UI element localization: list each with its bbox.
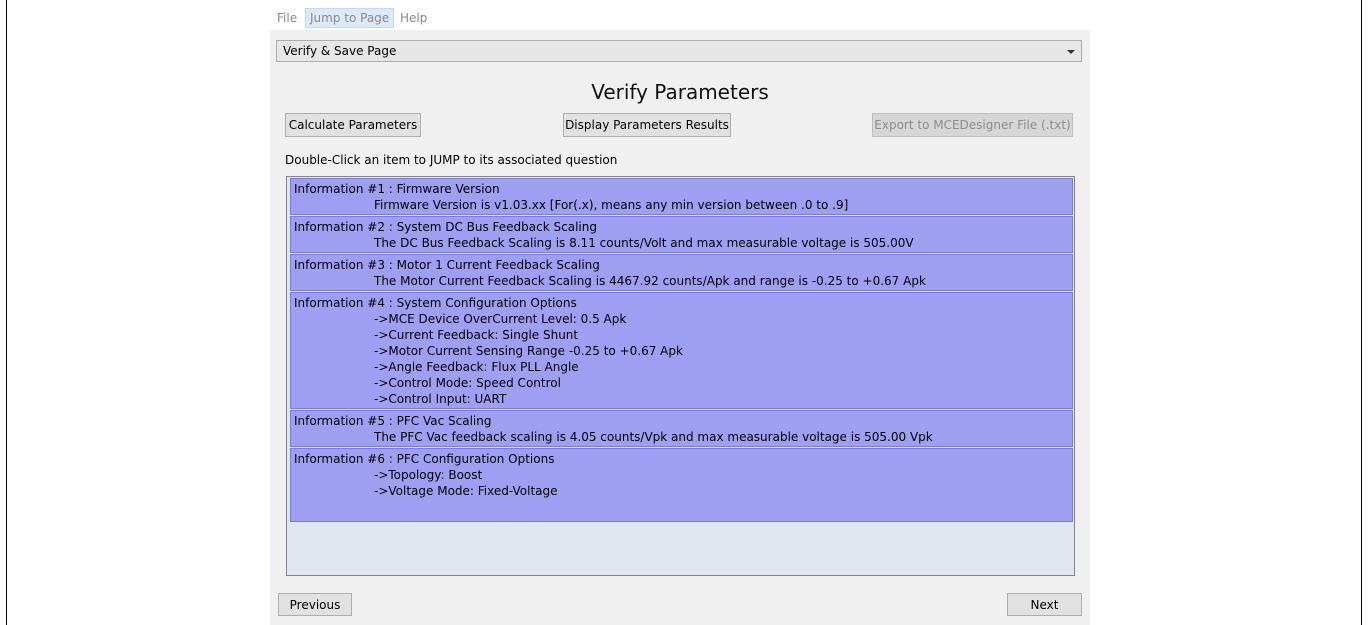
previous-button[interactable]: Previous	[278, 593, 352, 616]
list-item-title: Information #5 : PFC Vac Scaling	[294, 414, 492, 428]
list-item-detail: ->Angle Feedback: Flux PLL Angle	[374, 360, 579, 374]
list-item-title: Information #3 : Motor 1 Current Feedbac…	[294, 258, 600, 272]
list-item-detail: ->Control Input: UART	[374, 392, 507, 406]
list-item-detail: ->Motor Current Sensing Range -0.25 to +…	[374, 344, 683, 358]
list-item[interactable]: Information #1 : Firmware Version Firmwar…	[290, 178, 1073, 215]
menu-jump-to-page[interactable]: Jump to Page	[305, 8, 395, 28]
window-frame-left	[6, 0, 7, 625]
list-item-detail: ->Current Feedback: Single Shunt	[374, 328, 579, 342]
menu-bar: File Jump to Page Help	[270, 6, 1090, 30]
menu-file[interactable]: File	[273, 9, 301, 27]
app-window: File Jump to Page Help Verify & Save Pag…	[270, 6, 1090, 625]
list-item[interactable]: Information #3 : Motor 1 Current Feedbac…	[290, 254, 1073, 291]
window-frame-right	[1361, 0, 1362, 625]
list-item-detail: Firmware Version is v1.03.xx [For(.x), m…	[374, 198, 849, 212]
list-item-title: Information #4 : System Configuration Op…	[294, 296, 577, 310]
list-item-detail: The DC Bus Feedback Scaling is 8.11 coun…	[374, 236, 914, 250]
calculate-parameters-button[interactable]: Calculate Parameters	[285, 113, 421, 137]
list-item-detail: ->Voltage Mode: Fixed-Voltage	[374, 484, 558, 498]
list-item-title: Information #6 : PFC Configuration Optio…	[294, 452, 555, 466]
export-mcedesigner-button[interactable]: Export to MCEDesigner File (.txt)	[872, 113, 1073, 137]
display-parameters-results-button[interactable]: Display Parameters Results	[563, 113, 731, 137]
instruction-text: Double-Click an item to JUMP to its asso…	[285, 153, 618, 167]
list-item-title: Information #1 : Firmware Version	[294, 182, 500, 196]
next-button[interactable]: Next	[1007, 593, 1082, 616]
list-item-detail: The Motor Current Feedback Scaling is 44…	[374, 274, 926, 288]
list-item[interactable]: Information #5 : PFC Vac Scaling The PFC …	[290, 410, 1073, 447]
list-item[interactable]: Information #4 : System Configuration Op…	[290, 292, 1073, 409]
list-item-detail: ->Control Mode: Speed Control	[374, 376, 561, 390]
list-item-detail: The PFC Vac feedback scaling is 4.05 cou…	[374, 430, 933, 444]
list-item-detail: ->Topology: Boost	[374, 468, 483, 482]
list-item-title: Information #2 : System DC Bus Feedback …	[294, 220, 597, 234]
page-selector-value: Verify & Save Page	[283, 44, 397, 58]
information-list[interactable]: Information #1 : Firmware Version Firmwar…	[286, 176, 1075, 576]
list-item[interactable]: Information #6 : PFC Configuration Optio…	[290, 448, 1073, 522]
list-item[interactable]: Information #2 : System DC Bus Feedback …	[290, 216, 1073, 253]
list-item-detail: ->MCE Device OverCurrent Level: 0.5 Apk	[374, 312, 627, 326]
page-title: Verify Parameters	[591, 80, 769, 104]
chevron-down-icon	[1067, 50, 1075, 54]
page-selector[interactable]: Verify & Save Page	[276, 40, 1082, 62]
menu-help[interactable]: Help	[396, 9, 431, 27]
